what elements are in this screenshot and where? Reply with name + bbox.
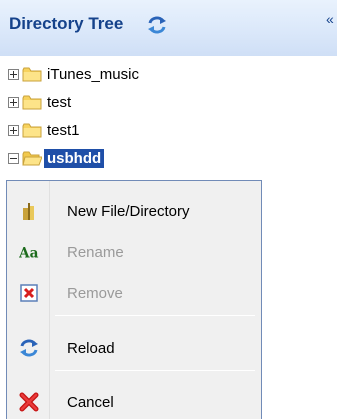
folder-icon xyxy=(22,123,42,138)
collapse-minus-icon[interactable] xyxy=(8,152,19,164)
tree-node-label[interactable]: usbhdd xyxy=(44,148,105,168)
tree-node-label[interactable]: test xyxy=(44,93,74,112)
folder-icon xyxy=(22,67,42,82)
tree-node-usbhdd[interactable]: usbhdd xyxy=(8,147,105,169)
directory-tree-header: Directory Tree « xyxy=(0,0,337,56)
menu-item-reload[interactable]: Reload xyxy=(7,330,261,366)
svg-text:Aa: Aa xyxy=(19,245,39,261)
tree-node-itunes-music[interactable]: iTunes_music xyxy=(8,63,142,85)
folder-icon xyxy=(22,95,42,110)
tree-node-test[interactable]: test xyxy=(8,91,74,113)
expand-plus-icon[interactable] xyxy=(8,124,19,136)
expand-plus-icon[interactable] xyxy=(8,96,19,108)
remove-x-icon xyxy=(19,283,39,303)
expand-plus-icon[interactable] xyxy=(8,68,19,80)
reload-arrows-icon xyxy=(19,338,39,358)
menu-item-remove[interactable]: Remove xyxy=(7,275,261,311)
menu-item-label: New File/Directory xyxy=(67,202,190,220)
reload-arrows-icon[interactable] xyxy=(147,15,167,35)
menu-item-cancel[interactable]: Cancel xyxy=(7,384,261,420)
panel-title: Directory Tree xyxy=(9,14,124,33)
new-file-icon xyxy=(19,201,39,221)
context-menu: New File/Directory Aa Rename Remove Relo… xyxy=(6,180,262,419)
menu-separator xyxy=(55,370,255,371)
menu-item-label: Rename xyxy=(67,243,124,261)
tree-node-label[interactable]: iTunes_music xyxy=(44,65,142,84)
menu-item-new-file-directory[interactable]: New File/Directory xyxy=(7,193,261,229)
rename-aa-icon: Aa xyxy=(19,242,39,262)
folder-open-icon xyxy=(22,151,43,166)
menu-separator xyxy=(55,315,255,316)
tree-node-label[interactable]: test1 xyxy=(44,121,83,140)
menu-item-label: Reload xyxy=(67,339,115,357)
menu-item-label: Cancel xyxy=(67,393,114,411)
collapse-panel-icon[interactable]: « xyxy=(326,11,334,27)
menu-item-rename[interactable]: Aa Rename xyxy=(7,234,261,270)
menu-item-label: Remove xyxy=(67,284,123,302)
cancel-x-icon xyxy=(19,392,39,412)
tree-node-test1[interactable]: test1 xyxy=(8,119,83,141)
